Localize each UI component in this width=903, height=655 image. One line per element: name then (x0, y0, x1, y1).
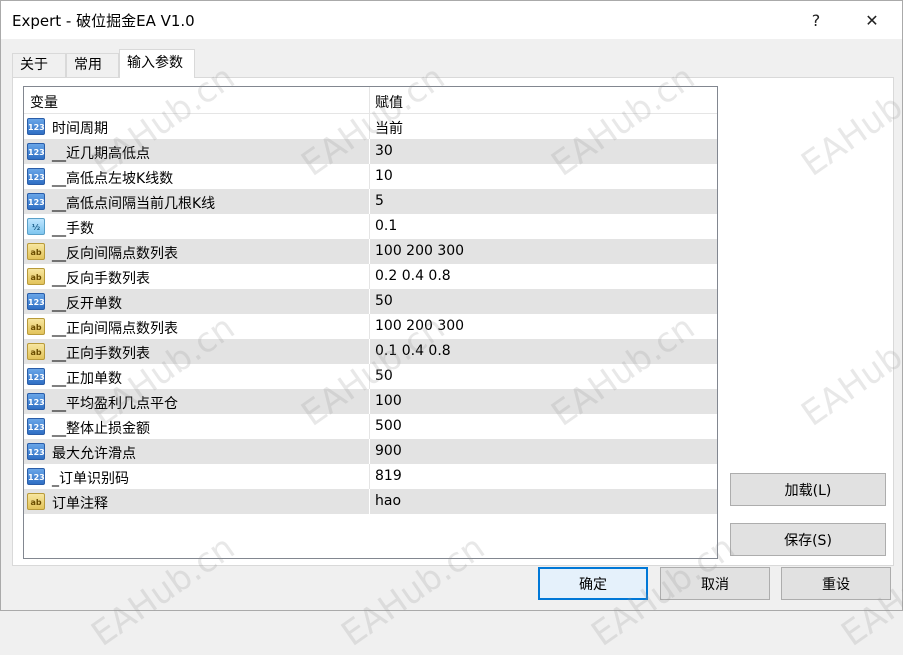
string-type-icon: ab (27, 268, 45, 285)
ok-button[interactable]: 确定 (538, 567, 648, 600)
variable-value[interactable]: 100 200 300 (375, 243, 464, 259)
integer-type-icon: 123 (27, 443, 45, 460)
variable-name: __手数 (52, 221, 94, 237)
variable-name: 最大允许滑点 (52, 446, 136, 462)
load-button[interactable]: 加载(L) (730, 473, 886, 506)
integer-type-icon: 123 (27, 368, 45, 385)
help-button[interactable]: ? (793, 1, 839, 39)
table-row[interactable]: 123 最大允许滑点 900 (24, 439, 717, 464)
string-type-icon: ab (27, 318, 45, 335)
input-parameters-grid[interactable]: 变量 赋值 123 时间周期 当前 123 __近几期高低点 30 123 __高低点左坡K线… (23, 86, 718, 559)
table-row[interactable]: 123 __高低点间隔当前几根K线 5 (24, 189, 717, 214)
integer-type-icon: 123 (27, 418, 45, 435)
integer-type-icon: 123 (27, 293, 45, 310)
table-row[interactable]: 123 __平均盈利几点平仓 100 (24, 389, 717, 414)
string-type-icon: ab (27, 243, 45, 260)
integer-type-icon: 123 (27, 118, 45, 135)
tab-inputs[interactable]: 输入参数 (119, 49, 195, 78)
column-divider (369, 214, 370, 239)
column-divider (369, 139, 370, 164)
column-divider (369, 339, 370, 364)
window-title: Expert - 破位掘金EA V1.0 (12, 12, 195, 30)
variable-value[interactable]: 819 (375, 468, 402, 484)
column-divider (369, 414, 370, 439)
variable-name: __整体止损金额 (52, 421, 150, 437)
table-row[interactable]: ab __反向间隔点数列表 100 200 300 (24, 239, 717, 264)
tab-common[interactable]: 常用 (66, 53, 119, 77)
column-divider (369, 314, 370, 339)
variable-name: 订单注释 (52, 496, 108, 512)
variable-value[interactable]: 5 (375, 193, 384, 209)
integer-type-icon: 123 (27, 193, 45, 210)
variable-value[interactable]: 900 (375, 443, 402, 459)
expert-dialog: Expert - 破位掘金EA V1.0 ? ✕ 关于 常用 输入参数 变量 赋… (0, 0, 903, 655)
variable-value[interactable]: 100 200 300 (375, 318, 464, 334)
variable-name: __反向手数列表 (52, 271, 150, 287)
table-row[interactable]: 123 __近几期高低点 30 (24, 139, 717, 164)
table-row[interactable]: 123 __高低点左坡K线数 10 (24, 164, 717, 189)
header-variable[interactable]: 变量 (30, 92, 58, 112)
table-row[interactable]: ab __正向间隔点数列表 100 200 300 (24, 314, 717, 339)
integer-type-icon: 123 (27, 468, 45, 485)
variable-name: __正加单数 (52, 371, 122, 387)
string-type-icon: ab (27, 343, 45, 360)
variable-name: __近几期高低点 (52, 146, 150, 162)
column-divider (369, 114, 370, 139)
variable-name: __反开单数 (52, 296, 122, 312)
grid-header: 变量 赋值 (24, 87, 717, 114)
variable-name: __正向手数列表 (52, 346, 150, 362)
table-row[interactable]: 123 _订单识别码 819 (24, 464, 717, 489)
integer-type-icon: 123 (27, 168, 45, 185)
header-divider[interactable] (369, 87, 370, 114)
string-type-icon: ab (27, 493, 45, 510)
column-divider (369, 389, 370, 414)
variable-value[interactable]: 0.1 0.4 0.8 (375, 343, 451, 359)
variable-name: _订单识别码 (52, 471, 129, 487)
column-divider (369, 489, 370, 514)
table-row[interactable]: ab __反向手数列表 0.2 0.4 0.8 (24, 264, 717, 289)
variable-value[interactable]: 50 (375, 293, 393, 309)
column-divider (369, 289, 370, 314)
save-button[interactable]: 保存(S) (730, 523, 886, 556)
column-divider (369, 464, 370, 489)
variable-name: __高低点左坡K线数 (52, 171, 174, 187)
variable-name: 时间周期 (52, 121, 108, 137)
variable-value[interactable]: 100 (375, 393, 402, 409)
column-divider (369, 364, 370, 389)
variable-value[interactable]: hao (375, 493, 401, 509)
variable-value[interactable]: 当前 (375, 118, 403, 138)
table-row[interactable]: 123 __反开单数 50 (24, 289, 717, 314)
table-row[interactable]: 123 __正加单数 50 (24, 364, 717, 389)
tab-about[interactable]: 关于 (12, 53, 66, 77)
variable-value[interactable]: 50 (375, 368, 393, 384)
column-divider (369, 189, 370, 214)
variable-value[interactable]: 10 (375, 168, 393, 184)
cancel-button[interactable]: 取消 (660, 567, 770, 600)
variable-value[interactable]: 30 (375, 143, 393, 159)
table-row[interactable]: ab __正向手数列表 0.1 0.4 0.8 (24, 339, 717, 364)
column-divider (369, 439, 370, 464)
table-row[interactable]: 123 __整体止损金额 500 (24, 414, 717, 439)
variable-value[interactable]: 0.2 0.4 0.8 (375, 268, 451, 284)
variable-name: __平均盈利几点平仓 (52, 396, 178, 412)
variable-name: __正向间隔点数列表 (52, 321, 178, 337)
integer-type-icon: 123 (27, 143, 45, 160)
variable-name: __高低点间隔当前几根K线 (52, 196, 216, 212)
column-divider (369, 164, 370, 189)
header-value[interactable]: 赋值 (375, 92, 403, 112)
table-row[interactable]: 123 时间周期 当前 (24, 114, 717, 139)
variable-name: __反向间隔点数列表 (52, 246, 178, 262)
title-bar: Expert - 破位掘金EA V1.0 ? ✕ (1, 1, 902, 39)
variable-value[interactable]: 500 (375, 418, 402, 434)
column-divider (369, 239, 370, 264)
column-divider (369, 264, 370, 289)
double-type-icon: ½ (27, 218, 45, 235)
table-row[interactable]: ab 订单注释 hao (24, 489, 717, 514)
variable-value[interactable]: 0.1 (375, 218, 397, 234)
table-row[interactable]: ½ __手数 0.1 (24, 214, 717, 239)
reset-button[interactable]: 重设 (781, 567, 891, 600)
integer-type-icon: 123 (27, 393, 45, 410)
close-button[interactable]: ✕ (849, 1, 895, 39)
